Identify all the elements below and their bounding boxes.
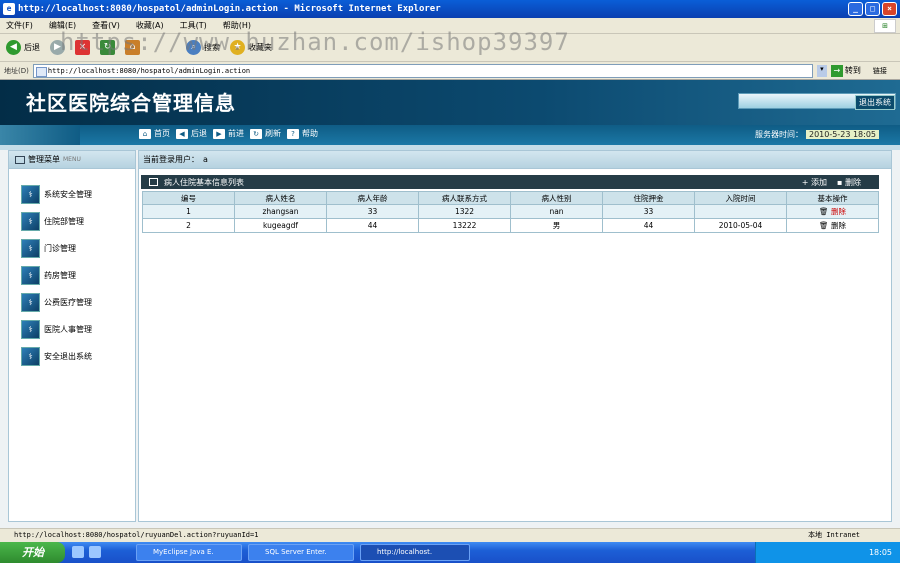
close-button[interactable]: ×: [882, 2, 897, 16]
current-user-bar: 当前登录用户： a: [139, 151, 891, 169]
table-row: 1 zhangsan 33 1322 nan 33 🗑 删除: [142, 204, 879, 219]
trash-icon: 🗑: [819, 207, 829, 216]
go-button[interactable]: → 转到: [830, 64, 861, 77]
col-gender: 病人性别: [510, 191, 603, 205]
windows-logo-icon: ⊞: [874, 19, 896, 33]
sidebar-item-pharmacy[interactable]: ⚕ 药房管理: [9, 262, 135, 289]
table-row: 2 kugeagdf 44 13222 男 44 2010-05-04 🗑 删除: [142, 218, 879, 233]
add-button[interactable]: + 添加: [802, 177, 827, 188]
window-title: http://localhost:8080/hospatol/adminLogi…: [18, 4, 441, 14]
refresh-icon: ↻: [250, 128, 262, 139]
system-tray: 18:05: [755, 542, 900, 563]
address-label: 地址(D): [4, 66, 29, 75]
desktop-icon[interactable]: [72, 546, 84, 558]
decorative-graphic: [0, 125, 80, 145]
sidebar-item-outpatient[interactable]: ⚕ 门诊管理: [9, 235, 135, 262]
menu-icon: [15, 155, 25, 164]
quick-launch: [72, 546, 101, 558]
trash-icon: 🗑: [819, 221, 829, 230]
app-banner: 社区医院综合管理信息 退出系统: [0, 80, 900, 125]
list-icon: [149, 178, 158, 186]
menu-file[interactable]: 文件(F): [6, 20, 33, 31]
col-deposit: 住院押金: [602, 191, 695, 205]
server-time-value: 2010-5-23 18:05: [806, 130, 879, 139]
task-browser[interactable]: http://localhost.: [360, 544, 470, 561]
module-icon: ⚕: [21, 347, 40, 366]
col-age: 病人年龄: [326, 191, 419, 205]
nav-bar: ⌂ 首页 ◀ 后退 ▶ 前进 ↻ 刷新 ? 帮助 服务器时间： 2010-5-23 18:0…: [0, 125, 900, 145]
nav-refresh[interactable]: ↻ 刷新: [250, 128, 281, 139]
task-sqlserver[interactable]: SQL Server Enter.: [248, 544, 354, 561]
module-icon: ⚕: [21, 212, 40, 231]
module-icon: ⚕: [21, 320, 40, 339]
back-button[interactable]: ◀ 后退: [6, 40, 40, 55]
nav-back[interactable]: ◀ 后退: [176, 128, 207, 139]
row-delete-link[interactable]: 删除: [831, 207, 846, 216]
logout-area: 退出系统: [738, 93, 896, 110]
sidebar-item-logout[interactable]: ⚕ 安全退出系统: [9, 343, 135, 370]
page-viewport: 社区医院综合管理信息 退出系统 ⌂ 首页 ◀ 后退 ▶ 前进 ↻ 刷新 ? 帮助 服务器时…: [0, 80, 900, 528]
sidebar-header: 管理菜单 MENU: [9, 151, 135, 169]
module-icon: ⚕: [21, 266, 40, 285]
sidebar-item-security[interactable]: ⚕ 系统安全管理: [9, 181, 135, 208]
watermark: https://www.huzhan.com/ishop39397: [60, 28, 570, 56]
module-icon: ⚕: [21, 185, 40, 204]
main-panel: 当前登录用户： a 病人住院基本信息列表 + 添加 ▪ 删除 编号 病人姓名 病…: [138, 150, 892, 522]
browser-window: e http://localhost:8080/hospatol/adminLo…: [0, 0, 900, 563]
row-delete-link[interactable]: 删除: [831, 221, 846, 230]
delete-button[interactable]: ▪ 删除: [837, 177, 861, 188]
start-button[interactable]: 开始: [0, 542, 65, 563]
clock: 18:05: [868, 548, 892, 557]
logout-button[interactable]: 退出系统: [855, 95, 895, 110]
forward-icon: ▶: [213, 128, 225, 139]
current-user: a: [203, 155, 208, 164]
address-bar: 地址(D) http://localhost:8080/hospatol/adm…: [0, 62, 900, 80]
back-icon: ◀: [176, 128, 188, 139]
col-id: 编号: [142, 191, 235, 205]
user-label: 当前登录用户：: [143, 155, 199, 164]
nav-help[interactable]: ? 帮助: [287, 128, 318, 139]
sidebar-item-hr[interactable]: ⚕ 医院人事管理: [9, 316, 135, 343]
help-icon: ?: [287, 128, 299, 139]
dropdown-arrow-icon[interactable]: ▾: [816, 64, 827, 77]
sidebar: 管理菜单 MENU ⚕ 系统安全管理 ⚕ 住院部管理 ⚕ 门诊管理 ⚕ 药房管理 ⚕ 公费…: [8, 150, 136, 522]
security-zone: 本地 Intranet: [808, 531, 860, 539]
module-icon: ⚕: [21, 239, 40, 258]
go-arrow-icon: →: [830, 64, 843, 77]
task-myeclipse[interactable]: MyEclipse Java E.: [136, 544, 242, 561]
col-name: 病人姓名: [234, 191, 327, 205]
server-time: 服务器时间： 2010-5-23 18:05: [755, 129, 879, 140]
col-admit-date: 入院时间: [694, 191, 787, 205]
table-title: 病人住院基本信息列表: [164, 177, 244, 187]
taskbar: 开始 MyEclipse Java E. SQL Server Enter. h…: [0, 542, 900, 563]
col-contact: 病人联系方式: [418, 191, 511, 205]
sidebar-item-public-medical[interactable]: ⚕ 公费医疗管理: [9, 289, 135, 316]
links-button[interactable]: 链接: [873, 66, 887, 76]
nav-forward[interactable]: ▶ 前进: [213, 128, 244, 139]
status-url: http://localhost:8080/hospatol/ruyuanDel…: [14, 531, 259, 539]
module-icon: ⚕: [21, 293, 40, 312]
maximize-button[interactable]: □: [865, 2, 880, 16]
address-input[interactable]: http://localhost:8080/hospatol/adminLogi…: [32, 63, 813, 78]
ie-icon: e: [3, 3, 15, 15]
patient-table: 编号 病人姓名 病人年龄 病人联系方式 病人性别 住院押金 入院时间 基本操作 …: [142, 191, 879, 233]
status-bar: http://localhost:8080/hospatol/ruyuanDel…: [0, 528, 900, 542]
minimize-button[interactable]: _: [848, 2, 863, 16]
back-arrow-icon: ◀: [6, 40, 21, 55]
nav-home[interactable]: ⌂ 首页: [139, 128, 170, 139]
title-bar: e http://localhost:8080/hospatol/adminLo…: [0, 0, 900, 18]
col-actions: 基本操作: [786, 191, 879, 205]
app-title: 社区医院综合管理信息: [26, 91, 236, 115]
home-icon: ⌂: [139, 128, 151, 139]
ie-quicklaunch-icon[interactable]: [89, 546, 101, 558]
sidebar-item-inpatient[interactable]: ⚕ 住院部管理: [9, 208, 135, 235]
table-header-bar: 病人住院基本信息列表 + 添加 ▪ 删除: [141, 175, 879, 189]
